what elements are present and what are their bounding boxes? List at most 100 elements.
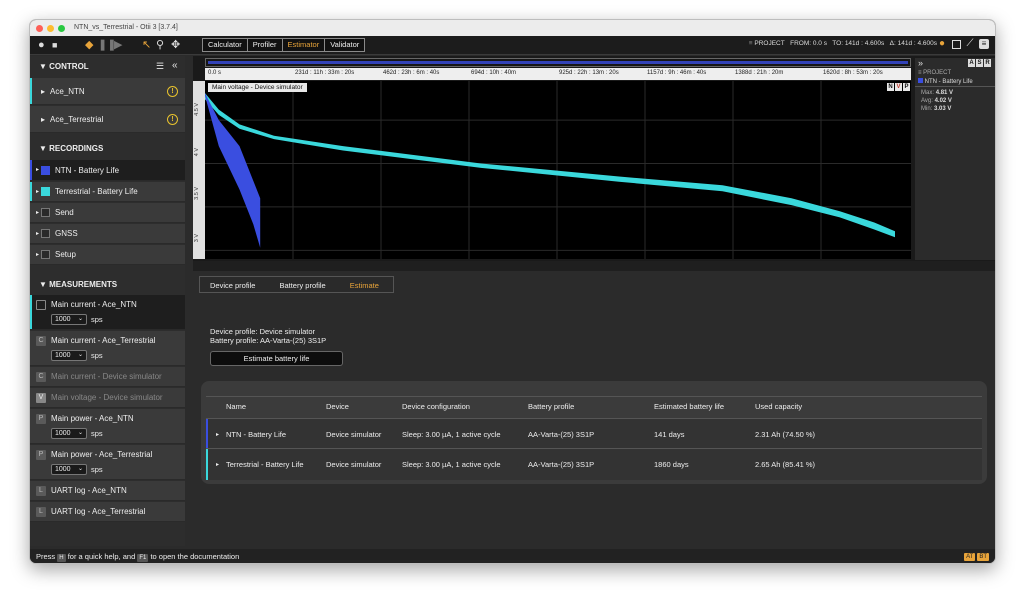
table-row[interactable]: ▸ NTN - Battery Life Device simulator Sl… — [206, 418, 982, 450]
measurement-type-icon[interactable]: C — [36, 372, 46, 382]
n-toggle[interactable]: N — [887, 83, 894, 91]
overview-scrollbar[interactable] — [205, 58, 911, 67]
expand-row-icon[interactable]: ▸ — [216, 431, 219, 438]
step-battery-profile[interactable]: Battery profile — [269, 276, 340, 293]
delta-label: Δ: 141d : 4.600s — [889, 40, 937, 47]
measurement-type-icon[interactable]: P — [36, 450, 46, 460]
tab-calculator[interactable]: Calculator — [202, 38, 248, 52]
minimize-window-button[interactable] — [47, 25, 54, 32]
time-tick: 1620d : 8h : 53m : 20s — [823, 70, 883, 76]
measurement-checkbox[interactable] — [36, 300, 46, 310]
sps-select[interactable]: 1000 ⌄ — [51, 350, 87, 361]
estimate-battery-life-button[interactable]: Estimate battery life — [210, 351, 343, 366]
measurement-item-main-power-ntn[interactable]: P Main power - Ace_NTN 1000 ⌄ sps — [30, 409, 185, 444]
col-header-device: Device — [326, 402, 349, 411]
select-tool-icon[interactable]: ↖ — [142, 39, 151, 51]
sps-select[interactable]: 1000 ⌄ — [51, 428, 87, 439]
panel-splitter[interactable] — [193, 261, 995, 271]
recording-item-setup[interactable]: ▸ Setup — [30, 245, 185, 265]
measurement-label: UART log - Ace_Terrestrial — [51, 507, 146, 516]
overview-selection[interactable] — [208, 61, 908, 64]
measurement-item-uart-ntn[interactable]: L UART log - Ace_NTN — [30, 481, 185, 501]
a-toggle[interactable]: A — [968, 59, 975, 67]
tab-validator[interactable]: Validator — [324, 38, 366, 52]
step-estimate[interactable]: Estimate — [339, 276, 394, 293]
badge-at[interactable]: AT — [964, 553, 976, 561]
recording-color-swatch[interactable] — [41, 250, 50, 259]
recording-item-terrestrial[interactable]: ▸ Terrestrial - Battery Life — [30, 182, 185, 202]
recording-color-swatch[interactable] — [41, 229, 50, 238]
step-device-profile[interactable]: Device profile — [199, 276, 270, 293]
close-window-button[interactable] — [36, 25, 43, 32]
user-icon[interactable]: ● — [937, 39, 947, 49]
tab-estimator[interactable]: Estimator — [281, 38, 326, 52]
badge-bt[interactable]: BT — [977, 553, 989, 561]
recording-item-ntn[interactable]: ▸ NTN - Battery Life — [30, 160, 185, 181]
measurement-label: Main power - Ace_NTN — [51, 414, 134, 423]
sps-select[interactable]: 1000 ⌄ — [51, 314, 87, 325]
sliders-icon[interactable]: ☰ — [156, 61, 164, 72]
tab-profiler[interactable]: Profiler — [246, 38, 283, 52]
recording-item-gnss[interactable]: ▸ GNSS — [30, 224, 185, 244]
collapse-expand-icon[interactable]: ◆ — [85, 39, 93, 51]
r-toggle[interactable]: R — [984, 59, 991, 67]
expand-icon[interactable]: ▸ — [36, 251, 39, 258]
record-icon[interactable]: ● — [38, 39, 45, 51]
measurement-item-main-power-terrestrial[interactable]: P Main power - Ace_Terrestrial 1000 ⌄ sps — [30, 445, 185, 480]
measurements-header[interactable]: ▼ MEASUREMENTS — [30, 274, 185, 296]
stop-icon[interactable]: ■ — [52, 39, 57, 51]
expand-icon[interactable]: ▸ — [36, 188, 39, 195]
expand-icon[interactable]: ▸ — [36, 230, 39, 237]
sps-select[interactable]: 1000 ⌄ — [51, 464, 87, 475]
measurement-type-icon[interactable]: P — [36, 414, 46, 424]
measurement-item-main-current-sim[interactable]: C Main current - Device simulator — [30, 367, 185, 387]
cell-name: NTN - Battery Life — [226, 430, 287, 439]
recording-item-send[interactable]: ▸ Send — [30, 203, 185, 223]
to-label: TO: 141d : 4.600s — [832, 40, 885, 47]
time-axis[interactable]: 0.0 s 231d : 11h : 33m : 20s 462d : 23h … — [205, 68, 911, 80]
recording-color-swatch[interactable] — [41, 187, 50, 196]
step-icon[interactable]: ▶ — [114, 39, 122, 51]
measurement-type-icon[interactable]: L — [36, 507, 46, 517]
expand-icon[interactable]: ▸ — [36, 166, 39, 173]
recordings-header[interactable]: ▼ RECORDINGS — [30, 138, 185, 160]
window-layout-icon[interactable] — [952, 40, 961, 49]
chart-icon[interactable]: ⟋ — [965, 39, 975, 49]
cell-config: Sleep: 3.00 µA, 1 active cycle — [402, 460, 501, 469]
measurement-type-icon[interactable]: L — [36, 486, 46, 496]
control-item-ace-ntn[interactable]: ▸ Ace_NTN ! — [30, 78, 185, 105]
voltage-chart-svg[interactable] — [205, 81, 911, 259]
pan-tool-icon[interactable]: ✥ — [171, 39, 180, 51]
zoom-window-button[interactable] — [58, 25, 65, 32]
measurement-type-icon[interactable]: V — [36, 393, 46, 403]
menu-icon[interactable]: ≡ — [979, 39, 989, 49]
recording-color-swatch[interactable] — [41, 208, 50, 217]
measurement-item-main-voltage-sim[interactable]: V Main voltage - Device simulator — [30, 388, 185, 408]
chevron-down-icon: ⌄ — [77, 466, 83, 472]
voltage-plot[interactable] — [205, 81, 911, 259]
v-toggle[interactable]: V — [895, 83, 902, 91]
measurement-item-uart-terrestrial[interactable]: L UART log - Ace_Terrestrial — [30, 502, 185, 522]
measurement-type-icon[interactable]: C — [36, 336, 46, 346]
expand-legend-icon[interactable]: » — [918, 58, 923, 68]
y-axis[interactable]: 4.5 V 4 V 3.5 V 3 V — [193, 81, 205, 259]
cell-battery: AA-Varta-(25) 3S1P — [528, 460, 595, 469]
expand-icon[interactable]: ▸ — [36, 209, 39, 216]
expand-icon[interactable]: ▸ — [41, 115, 45, 124]
expand-row-icon[interactable]: ▸ — [216, 461, 219, 468]
recording-color-swatch[interactable] — [41, 166, 50, 175]
zoom-tool-icon[interactable]: ⚲ — [156, 39, 164, 51]
p-toggle[interactable]: P — [903, 83, 910, 91]
expand-icon[interactable]: ▸ — [41, 87, 45, 96]
measurement-label: UART log - Ace_NTN — [51, 486, 127, 495]
recordings-header-label: RECORDINGS — [49, 144, 104, 153]
estimator-panel: Device profile Battery profile Estimate … — [193, 271, 995, 546]
collapse-sidebar-icon[interactable]: « — [172, 60, 178, 71]
table-row[interactable]: ▸ Terrestrial - Battery Life Device simu… — [206, 448, 982, 480]
measurement-item-main-current-terrestrial[interactable]: C Main current - Ace_Terrestrial 1000 ⌄ s… — [30, 331, 185, 366]
s-toggle[interactable]: S — [976, 59, 983, 67]
measurement-item-main-current-ntn[interactable]: Main current - Ace_NTN 1000 ⌄ sps — [30, 295, 185, 330]
control-item-ace-terrestrial[interactable]: ▸ Ace_Terrestrial ! — [30, 106, 185, 133]
device-profile-info: Device profile: Device simulator — [210, 327, 316, 336]
legend-series[interactable]: NTN - Battery Life — [918, 78, 973, 85]
